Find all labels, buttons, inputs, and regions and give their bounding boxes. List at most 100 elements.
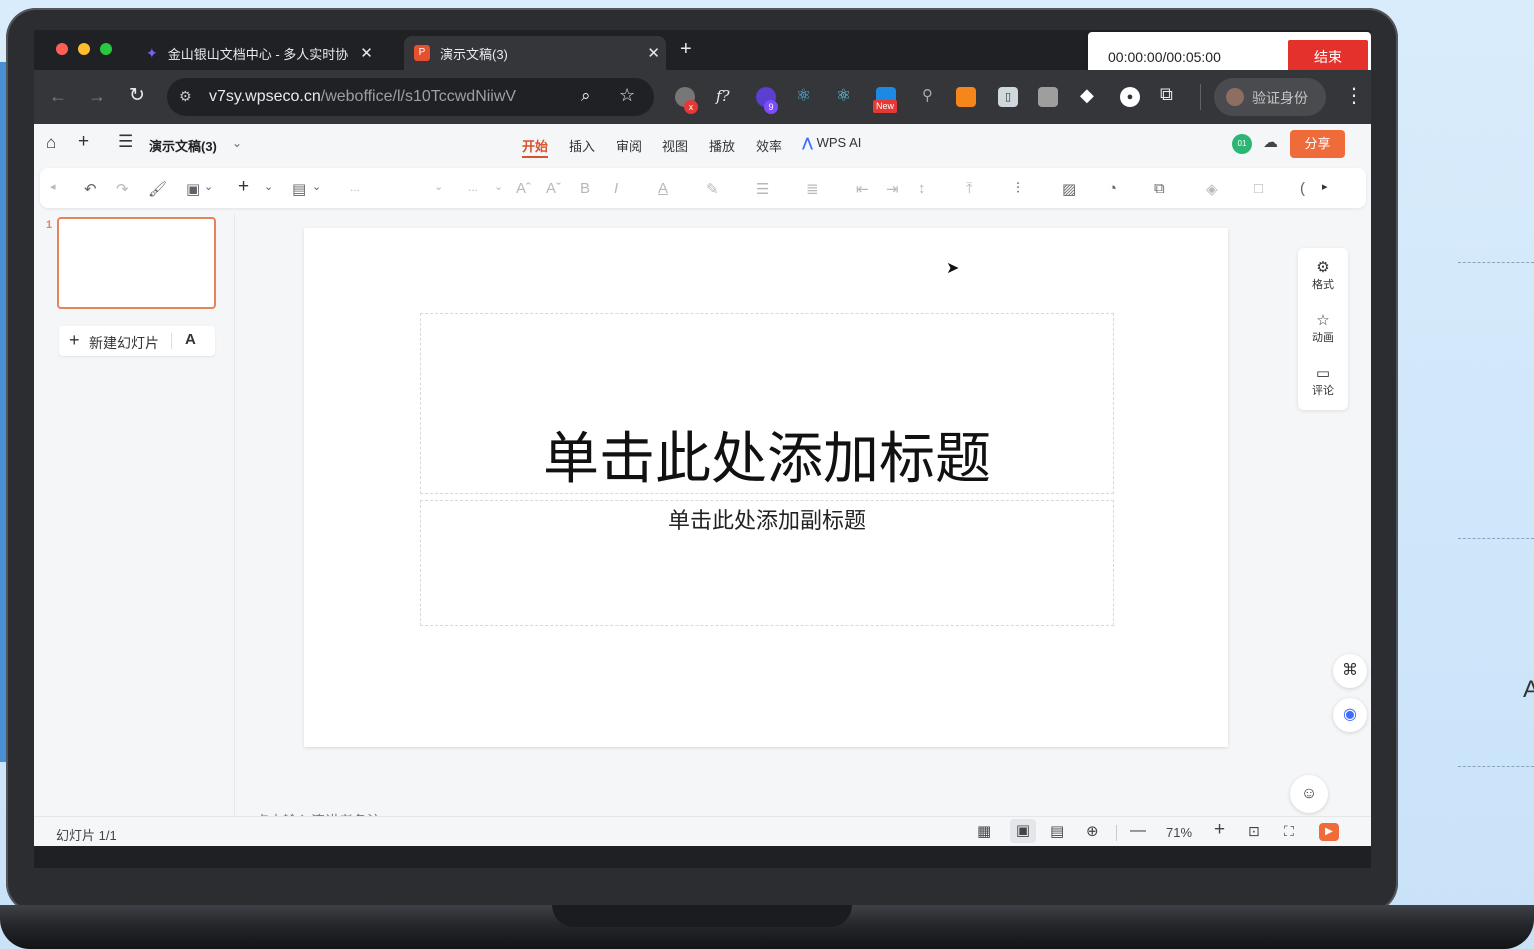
close-tab-icon[interactable]: ✕ — [647, 44, 660, 62]
font-color-icon[interactable]: A — [658, 180, 668, 197]
tab-review[interactable]: 审阅 — [616, 136, 642, 155]
format-painter-icon[interactable]: 🖌 — [148, 180, 167, 198]
close-tab-icon[interactable]: ✕ — [360, 44, 373, 62]
helper-mascot-icon[interactable]: ☺ — [1290, 775, 1328, 813]
vertical-align-icon[interactable]: ⤒ — [966, 180, 973, 197]
sorter-view-icon[interactable]: ▤ — [1050, 822, 1064, 840]
scroll-right-icon[interactable]: ▸ — [1322, 180, 1328, 193]
home-icon[interactable]: ⌂ — [46, 133, 56, 153]
new-slide-button[interactable]: + 新建幻灯片 A — [59, 326, 215, 356]
fit-slide-icon[interactable]: ⊡ — [1248, 823, 1260, 840]
tab-efficiency[interactable]: 效率 — [756, 136, 782, 155]
bullet-list-icon[interactable]: ≣ — [806, 180, 819, 198]
subtitle-placeholder[interactable]: 单击此处添加副标题 — [420, 500, 1114, 626]
chevron-down-icon[interactable]: ⌄ — [264, 180, 273, 193]
font-family-select[interactable]: ... — [350, 180, 360, 194]
more-menu-icon[interactable]: ⋮ — [1344, 83, 1364, 108]
outline-icon[interactable]: □ — [1254, 180, 1263, 197]
document-title[interactable]: 演示文稿(3) — [149, 136, 217, 155]
formula-extension-icon[interactable]: f? — [716, 87, 730, 105]
ai-layout-icon[interactable]: A — [185, 331, 196, 348]
text-direction-icon[interactable]: ⫶ — [1016, 180, 1020, 197]
profile-button[interactable]: 验证身份 — [1214, 78, 1326, 116]
tab-view[interactable]: 视图 — [662, 136, 688, 155]
comment-label: 评论 — [1312, 385, 1334, 397]
new-doc-icon[interactable]: + — [78, 131, 89, 153]
undo-icon[interactable]: ↶ — [84, 180, 97, 198]
back-icon[interactable]: ← — [49, 86, 67, 107]
ai-assistant-icon[interactable]: ◉ — [1333, 698, 1367, 732]
animation-panel-button[interactable]: ☆ 动画 — [1298, 311, 1348, 345]
tab-play[interactable]: 播放 — [709, 136, 735, 155]
align-icon[interactable]: ☰ — [756, 180, 769, 198]
italic-icon[interactable]: I — [614, 180, 618, 197]
format-panel-button[interactable]: ⚙ 格式 — [1298, 258, 1348, 292]
address-bar[interactable]: ⚙ v7sy.wpseco.cn/weboffice/l/s10TccwdNii… — [167, 78, 654, 116]
bold-icon[interactable]: B — [580, 180, 590, 197]
notes-view-icon[interactable]: ▦ — [977, 822, 991, 840]
fill-icon[interactable]: ◈ — [1206, 180, 1218, 198]
web-view-icon[interactable]: ⊕ — [1086, 822, 1099, 840]
react-icon[interactable]: ⚛ — [836, 86, 851, 106]
new-tab-button[interactable]: + — [680, 38, 692, 61]
zoom-level[interactable]: 71% — [1166, 825, 1192, 840]
chevron-down-icon[interactable]: ⌄ — [312, 180, 321, 193]
tab-insert[interactable]: 插入 — [569, 136, 595, 155]
increase-indent-icon[interactable]: ⇥ — [886, 180, 899, 198]
play-slideshow-icon[interactable]: ▶ — [1319, 823, 1339, 841]
browser-tab-active[interactable]: P 演示文稿(3) ✕ — [404, 36, 666, 70]
maximize-window-button[interactable] — [100, 43, 112, 55]
zoom-out-icon[interactable]: — — [1130, 822, 1146, 840]
reload-icon[interactable]: ↻ — [129, 84, 145, 107]
react-devtools-icon[interactable]: ⚛ — [796, 86, 811, 106]
more-tools-icon[interactable]: ( — [1300, 180, 1305, 197]
chevron-down-icon[interactable]: ⌄ — [494, 180, 503, 193]
increase-font-icon[interactable]: Aˆ — [516, 180, 531, 197]
chevron-down-icon[interactable]: ⌄ — [434, 180, 443, 193]
chevron-down-icon[interactable]: ⌄ — [204, 180, 213, 193]
zoom-in-icon[interactable]: + — [1214, 819, 1225, 841]
share-button[interactable]: 分享 — [1290, 130, 1345, 158]
metamask-icon[interactable] — [956, 87, 976, 107]
avatar[interactable]: 01 — [1232, 134, 1252, 154]
apps-grid-icon[interactable]: ⌘ — [1333, 654, 1367, 688]
slideshow-icon[interactable]: ▣ — [186, 180, 200, 198]
decrease-indent-icon[interactable]: ⇤ — [856, 180, 869, 198]
slide-thumbnail[interactable] — [57, 217, 216, 309]
chevron-down-icon[interactable]: ⌄ — [232, 136, 242, 150]
browser-tab[interactable]: ✦ 金山银山文档中心 - 多人实时协 ✕ — [132, 36, 394, 70]
picture-icon[interactable]: ▨ — [1062, 180, 1076, 198]
layout-icon[interactable]: ▤ — [292, 180, 306, 198]
arrange-icon[interactable]: ⧉ — [1154, 180, 1165, 197]
cloud-sync-icon[interactable]: ☁ — [1263, 133, 1278, 151]
pin-icon[interactable]: ⚲ — [922, 86, 933, 104]
zoom-search-icon[interactable]: ⌕ — [581, 86, 591, 106]
fullscreen-icon[interactable]: ⛶ — [1284, 823, 1294, 840]
tab-wps-ai[interactable]: ⋀ WPS AI — [802, 135, 861, 151]
bookmark-star-icon[interactable]: ☆ — [619, 85, 635, 106]
menu-icon[interactable]: ☰ — [118, 132, 133, 152]
close-window-button[interactable] — [56, 43, 68, 55]
normal-view-icon[interactable]: ▣ — [1010, 819, 1036, 843]
shape-icon[interactable]: ◔ — [1108, 180, 1117, 197]
comment-panel-button[interactable]: ▭ 评论 — [1298, 364, 1348, 398]
title-placeholder[interactable]: 单击此处添加标题 — [420, 313, 1114, 494]
image-extension-icon[interactable] — [1038, 87, 1058, 107]
minimize-window-button[interactable] — [78, 43, 90, 55]
extensions-puzzle-icon[interactable]: ⧉ — [1160, 84, 1173, 105]
line-spacing-icon[interactable]: ↕ — [918, 180, 926, 197]
forward-icon[interactable]: → — [88, 86, 106, 107]
stop-recording-button[interactable]: 结束 — [1288, 40, 1368, 74]
site-settings-icon[interactable]: ⚙ — [179, 88, 192, 105]
redo-icon[interactable]: ↷ — [116, 180, 129, 198]
slide-canvas[interactable]: 单击此处添加标题 单击此处添加副标题 ➤ — [304, 228, 1228, 747]
add-icon[interactable]: + — [238, 176, 249, 198]
bot-icon[interactable]: ● — [1120, 87, 1140, 107]
diamond-icon[interactable]: ◆ — [1080, 85, 1094, 106]
highlight-icon[interactable]: ✎ — [706, 180, 719, 198]
tablet-icon[interactable]: ▯ — [998, 87, 1018, 107]
font-size-select[interactable]: ... — [468, 180, 478, 194]
scroll-left-icon[interactable]: ◂ — [50, 180, 56, 193]
decrease-font-icon[interactable]: Aˇ — [546, 180, 561, 197]
tab-start[interactable]: 开始 — [522, 136, 548, 155]
